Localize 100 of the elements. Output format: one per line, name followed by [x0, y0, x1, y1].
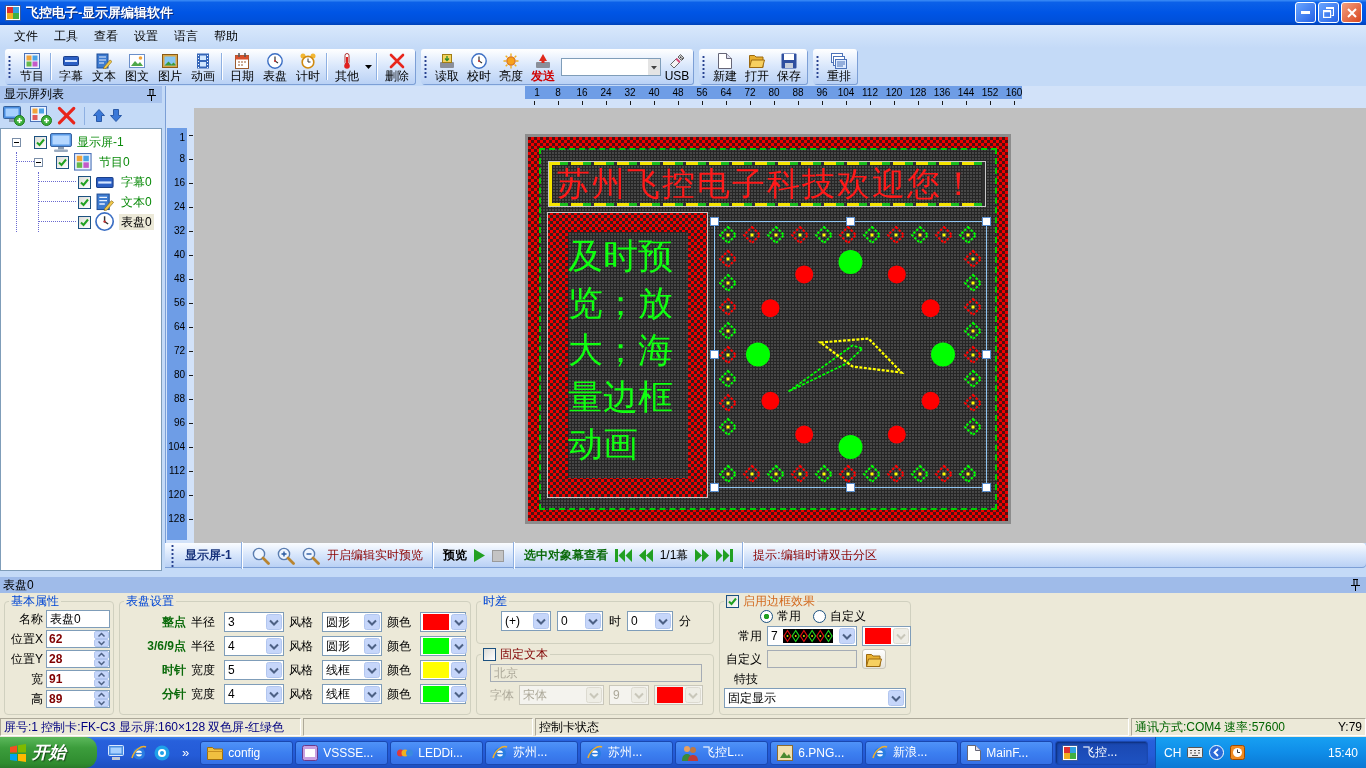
taskbar-button[interactable]: LEDDi... — [390, 740, 484, 765]
dropdown[interactable]: 线框 — [322, 684, 382, 704]
tile-grid-add-icon[interactable] — [30, 105, 52, 126]
resize-handle[interactable] — [710, 217, 719, 226]
checkbox[interactable] — [78, 175, 91, 189]
taskbar-button[interactable]: 苏州... — [580, 740, 674, 765]
menu-item[interactable]: 文件 — [6, 27, 46, 46]
pattern-dropdown[interactable]: 7 — [767, 626, 857, 646]
live-preview-button[interactable]: 开启编辑实时预览 — [326, 547, 423, 564]
toolbar-button[interactable]: 发送 — [527, 50, 559, 83]
toolbar-button[interactable]: 动画 — [186, 50, 219, 83]
monitor-add-icon[interactable] — [3, 105, 25, 126]
tree-item[interactable]: 显示屏-1 — [75, 134, 126, 150]
menu-item[interactable]: 帮助 — [206, 27, 246, 46]
delete-icon[interactable] — [57, 105, 77, 126]
dropdown[interactable]: 3 — [224, 612, 284, 632]
toolbar-button[interactable]: 打开 — [741, 50, 773, 83]
first-page-icon[interactable] — [614, 549, 632, 562]
dropdown[interactable]: (+) — [501, 611, 551, 631]
toolbar-button[interactable]: 字幕 — [54, 50, 87, 83]
toolbar-button[interactable]: 其他 — [330, 50, 363, 83]
zoom-out-icon[interactable] — [301, 546, 320, 565]
tree-item[interactable]: 文本0 — [119, 194, 154, 210]
zoom-in-icon[interactable] — [276, 546, 295, 565]
taskbar-button[interactable]: 6.PNG... — [770, 740, 864, 765]
toolbar-button[interactable]: 日期 — [225, 50, 258, 83]
monitor-icon[interactable] — [108, 745, 124, 760]
color-dropdown[interactable] — [420, 660, 466, 680]
port-dropdown[interactable] — [561, 57, 661, 76]
collapse-icon[interactable] — [12, 137, 21, 147]
stop-icon[interactable] — [491, 549, 504, 562]
color-dropdown[interactable] — [862, 626, 911, 646]
dropdown[interactable]: 4 — [224, 636, 284, 656]
spin-field[interactable]: 62 — [46, 630, 110, 648]
toolbar-button[interactable]: 校时 — [463, 50, 495, 83]
text-region[interactable]: 及时预览；放大；海量边框动画 — [547, 212, 708, 498]
minimize-button[interactable] — [1295, 2, 1316, 23]
color-dropdown[interactable] — [420, 612, 466, 632]
dropdown[interactable]: 固定显示 — [724, 688, 906, 708]
toolbar-button[interactable]: 表盘 — [258, 50, 291, 83]
taskbar-button[interactable]: 飞控L... — [675, 740, 769, 765]
toolbar-button[interactable]: USB — [663, 50, 691, 83]
toolbar-button[interactable]: 节目 — [15, 50, 48, 83]
toolbar-button[interactable]: 读取 — [431, 50, 463, 83]
tree-item[interactable]: 字幕0 — [119, 174, 154, 190]
arrow-up-icon[interactable] — [93, 109, 106, 122]
language-indicator[interactable]: CH — [1164, 745, 1182, 760]
color-dropdown[interactable] — [654, 685, 703, 705]
spin-field[interactable]: 91 — [46, 670, 110, 688]
toolbar-button[interactable]: 保存 — [773, 50, 805, 83]
radio-button[interactable] — [813, 609, 826, 623]
toolbar-grip[interactable] — [171, 543, 174, 568]
toolbar-button[interactable]: 重排 — [823, 50, 855, 83]
toolbar-button[interactable]: 图文 — [120, 50, 153, 83]
toolbar-button[interactable]: 删除 — [380, 50, 413, 83]
color-dropdown[interactable] — [420, 636, 466, 656]
restore-button[interactable] — [1318, 2, 1339, 23]
resize-handle[interactable] — [710, 350, 719, 359]
dropdown[interactable]: 5 — [224, 660, 284, 680]
checkbox[interactable] — [34, 135, 47, 149]
toolbar-button[interactable]: 文本 — [87, 50, 120, 83]
pin-icon[interactable] — [1351, 579, 1360, 591]
next-page-icon[interactable] — [695, 549, 710, 562]
browse-button[interactable] — [862, 649, 886, 669]
keyboard-icon[interactable] — [1187, 747, 1204, 758]
tree-item[interactable]: 表盘0 — [119, 214, 154, 230]
menu-item[interactable]: 设置 — [126, 27, 166, 46]
color-dropdown[interactable] — [420, 684, 466, 704]
dropdown[interactable]: 0 — [627, 611, 673, 631]
radio-option[interactable]: 常用 — [760, 609, 801, 623]
arrow-down-icon[interactable] — [110, 109, 123, 122]
toolbar-grip[interactable] — [702, 54, 705, 79]
radio-button[interactable] — [760, 609, 773, 623]
resize-handle[interactable] — [982, 483, 991, 492]
play-icon[interactable] — [473, 549, 485, 562]
globe-icon[interactable] — [131, 744, 147, 761]
last-page-icon[interactable] — [716, 549, 734, 562]
tree-item[interactable]: 节目0 — [97, 154, 132, 170]
toolbar-button[interactable]: 新建 — [709, 50, 741, 83]
clock-icon[interactable] — [1230, 745, 1246, 760]
pin-icon[interactable] — [147, 88, 156, 101]
toolbar-button[interactable]: 亮度 — [495, 50, 527, 83]
checkbox[interactable] — [483, 647, 496, 661]
fixed-text-checkbox[interactable]: 固定文本 — [483, 647, 548, 661]
dropdown[interactable]: 4 — [224, 684, 284, 704]
menu-item[interactable]: 语言 — [166, 27, 206, 46]
checkbox[interactable] — [78, 215, 91, 229]
banner-region[interactable]: 苏州飞控电子科技欢迎您！ — [548, 161, 986, 207]
toolbar-grip[interactable] — [816, 54, 819, 79]
resize-handle[interactable] — [982, 217, 991, 226]
previous-page-icon[interactable] — [638, 549, 653, 562]
text-field[interactable] — [767, 650, 857, 668]
resize-handle[interactable] — [846, 217, 855, 226]
text-field[interactable]: 表盘0 — [46, 610, 110, 628]
overflow-button[interactable]: » — [182, 745, 190, 760]
close-button[interactable] — [1341, 2, 1362, 23]
dropdown[interactable]: 圆形 — [322, 636, 382, 656]
resize-handle[interactable] — [710, 483, 719, 492]
taskbar-button[interactable]: 飞控... — [1055, 740, 1149, 765]
checkbox[interactable] — [78, 195, 91, 209]
